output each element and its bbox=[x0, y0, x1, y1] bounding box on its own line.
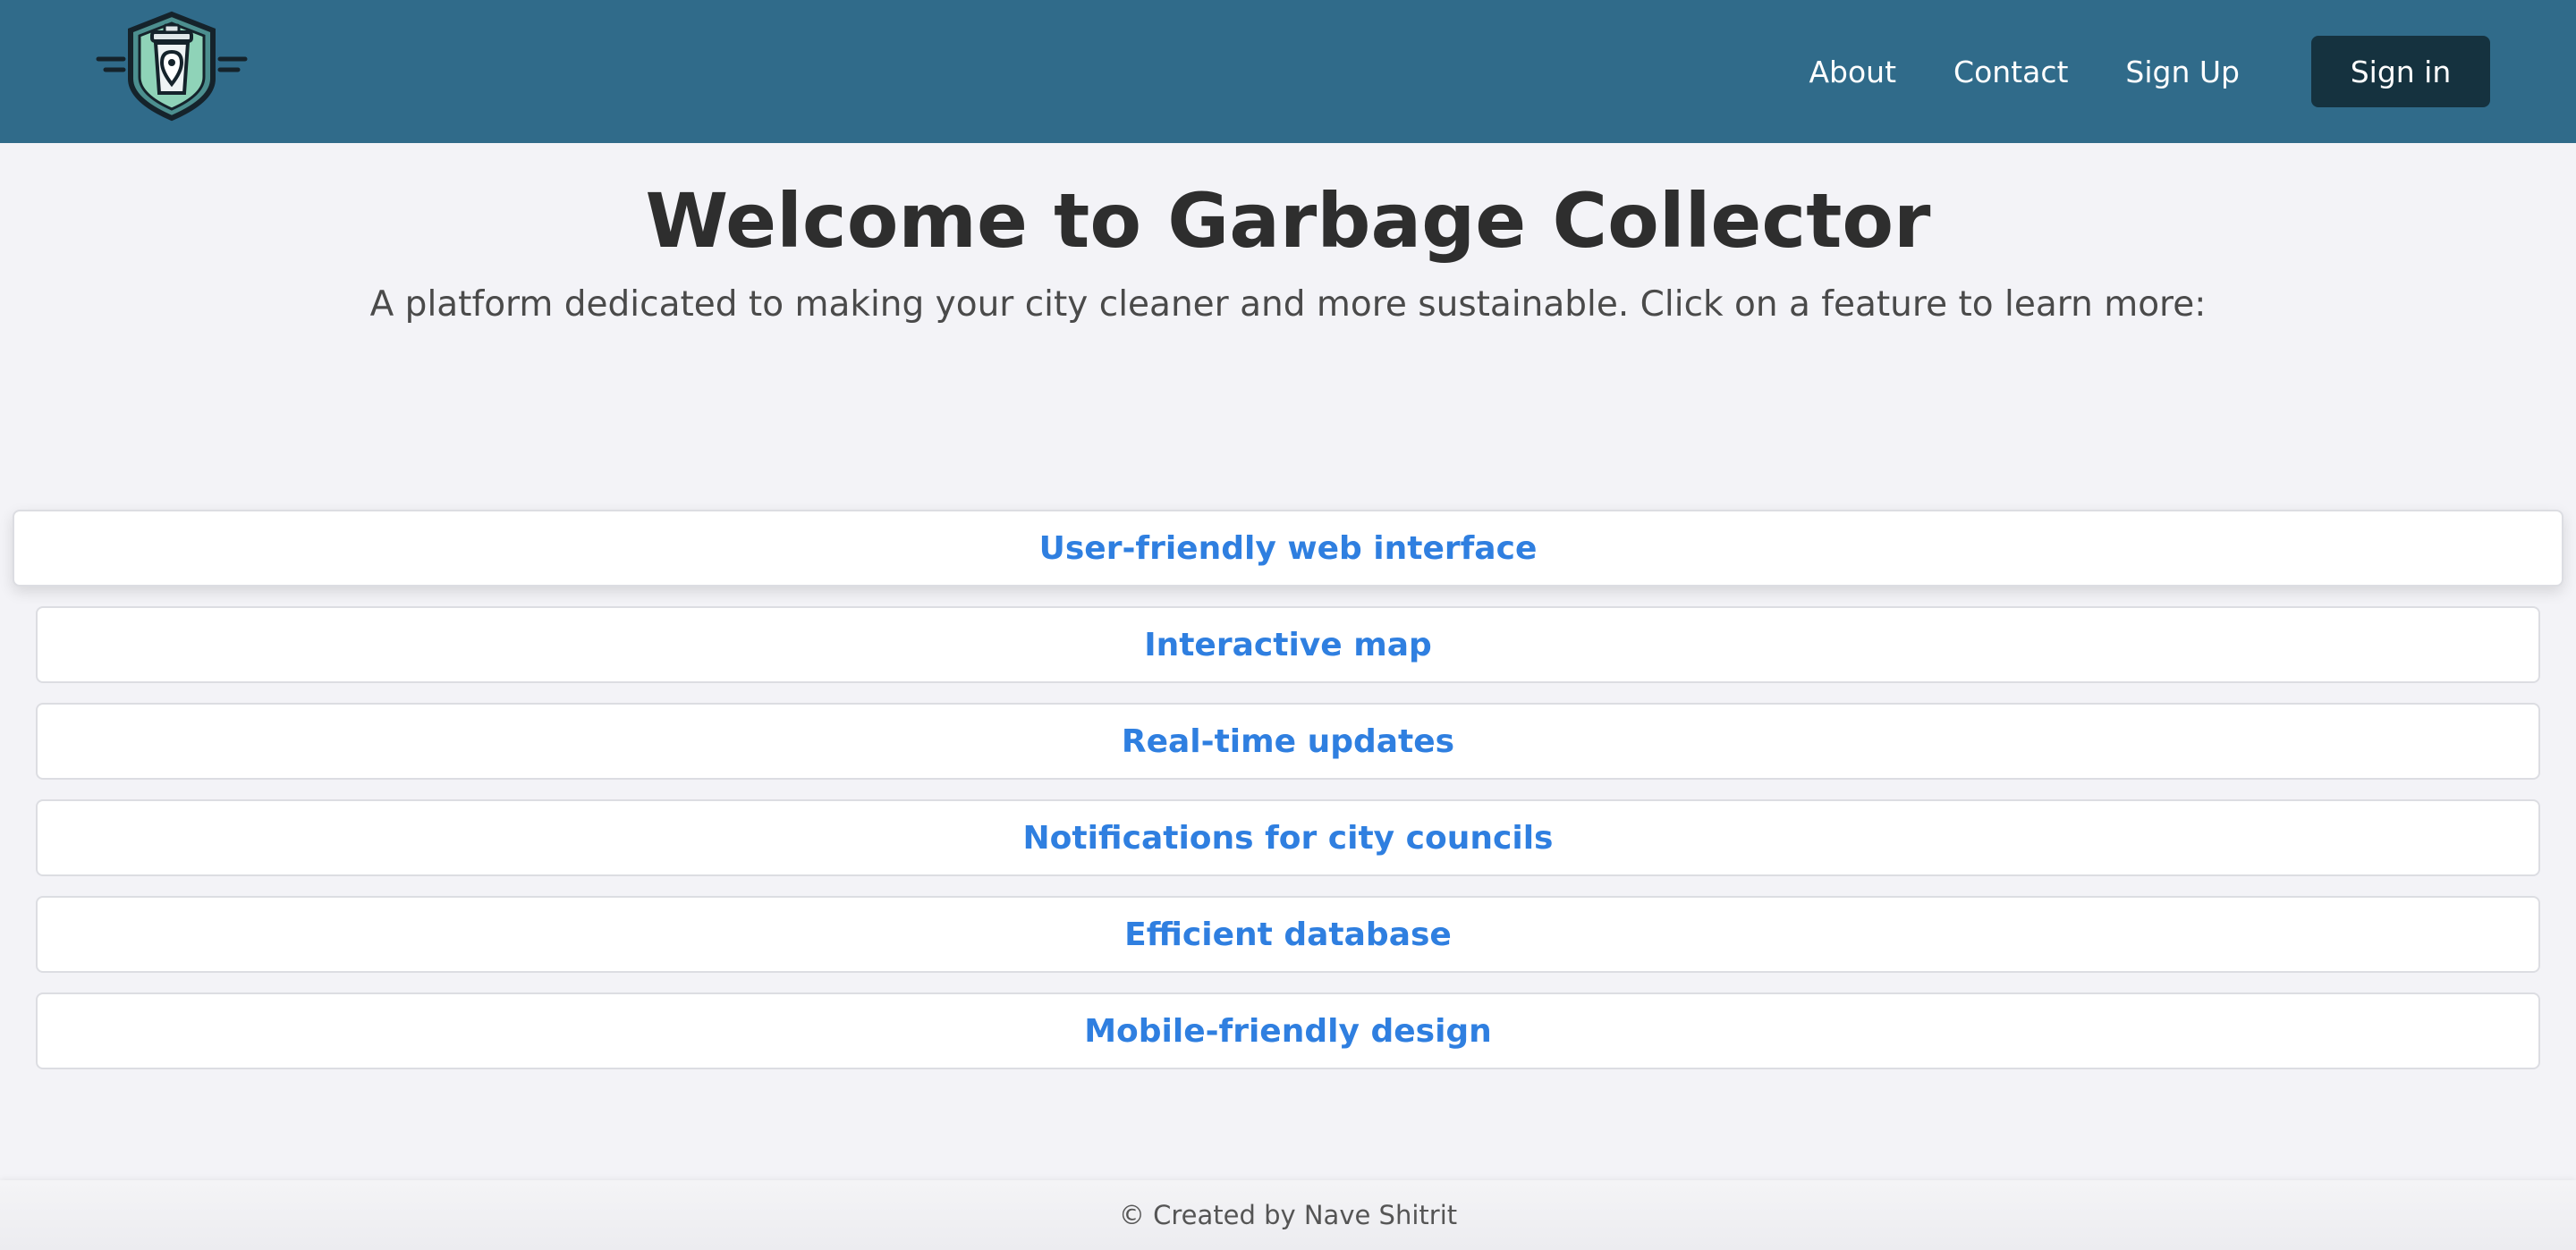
top-navbar: About Contact Sign Up Sign in bbox=[0, 0, 2576, 143]
nav-signup-link[interactable]: Sign Up bbox=[2125, 55, 2240, 89]
feature-mobile-friendly-design[interactable]: Mobile-friendly design bbox=[36, 992, 2540, 1069]
logo-icon[interactable] bbox=[93, 7, 250, 122]
page-subtitle: A platform dedicated to making your city… bbox=[369, 284, 2207, 325]
nav-about-link[interactable]: About bbox=[1809, 55, 1896, 89]
footer-credit: © Created by Nave Shitrit bbox=[1118, 1200, 1458, 1230]
page-title: Welcome to Garbage Collector bbox=[645, 177, 1931, 265]
feature-city-council-notifications[interactable]: Notifications for city councils bbox=[36, 799, 2540, 876]
feature-real-time-updates[interactable]: Real-time updates bbox=[36, 703, 2540, 780]
feature-efficient-database[interactable]: Efficient database bbox=[36, 896, 2540, 973]
nav-links: About Contact Sign Up Sign in bbox=[1809, 0, 2576, 143]
nav-contact-link[interactable]: Contact bbox=[1953, 55, 2068, 89]
signin-button[interactable]: Sign in bbox=[2311, 36, 2490, 107]
footer: © Created by Nave Shitrit bbox=[0, 1180, 2576, 1250]
feature-user-friendly-interface[interactable]: User-friendly web interface bbox=[13, 510, 2563, 587]
feature-interactive-map[interactable]: Interactive map bbox=[36, 606, 2540, 683]
